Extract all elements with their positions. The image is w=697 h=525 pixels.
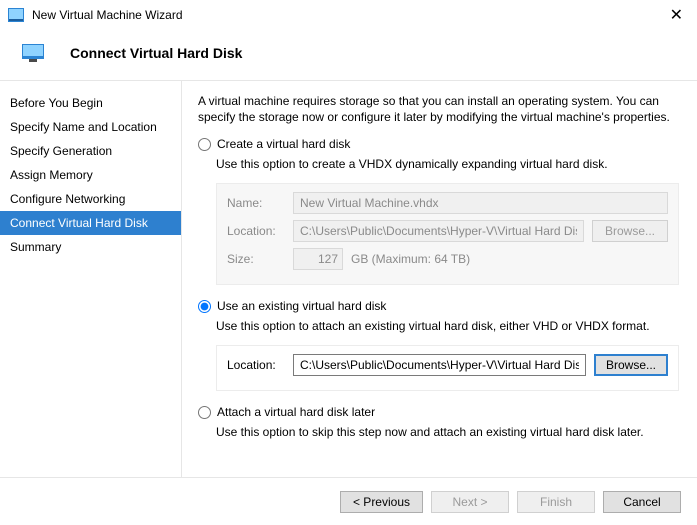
create-vhd-group: Name: Location: Browse... Size: GB (Maxi… <box>216 183 679 285</box>
step-before-you-begin[interactable]: Before You Begin <box>0 91 181 115</box>
vhd-size-input <box>293 248 343 270</box>
size-suffix: GB (Maximum: 64 TB) <box>351 252 470 266</box>
main-panel: A virtual machine requires storage so th… <box>182 81 697 521</box>
name-label: Name: <box>227 196 285 210</box>
step-specify-generation[interactable]: Specify Generation <box>0 139 181 163</box>
option-create-desc: Use this option to create a VHDX dynamic… <box>216 157 679 171</box>
window-title: New Virtual Machine Wizard <box>32 8 183 22</box>
radio-create[interactable] <box>198 138 211 151</box>
step-connect-vhd[interactable]: Connect Virtual Hard Disk <box>0 211 181 235</box>
browse-button-create: Browse... <box>592 220 668 242</box>
option-later-desc: Use this option to skip this step now an… <box>216 425 679 439</box>
step-specify-name[interactable]: Specify Name and Location <box>0 115 181 139</box>
option-existing-vhd[interactable]: Use an existing virtual hard disk <box>198 299 679 313</box>
existing-vhd-group: Location: Browse... <box>216 345 679 391</box>
wizard-footer: < Previous Next > Finish Cancel <box>0 477 697 525</box>
cancel-button[interactable]: Cancel <box>603 491 681 513</box>
vhd-name-input <box>293 192 668 214</box>
option-existing-desc: Use this option to attach an existing vi… <box>216 319 679 333</box>
step-configure-networking[interactable]: Configure Networking <box>0 187 181 211</box>
radio-existing[interactable] <box>198 300 211 313</box>
option-existing-label: Use an existing virtual hard disk <box>217 299 386 313</box>
titlebar: New Virtual Machine Wizard ✕ <box>0 0 697 30</box>
vhd-location-input-create <box>293 220 584 242</box>
vhd-location-input-existing[interactable] <box>293 354 586 376</box>
wizard-steps: Before You Begin Specify Name and Locati… <box>0 81 182 521</box>
previous-button[interactable]: < Previous <box>340 491 423 513</box>
option-later-label: Attach a virtual hard disk later <box>217 405 375 419</box>
location-label-existing: Location: <box>227 358 285 372</box>
size-label: Size: <box>227 252 285 266</box>
finish-button: Finish <box>517 491 595 513</box>
next-button: Next > <box>431 491 509 513</box>
page-title: Connect Virtual Hard Disk <box>70 45 242 61</box>
step-assign-memory[interactable]: Assign Memory <box>0 163 181 187</box>
wizard-header: Connect Virtual Hard Disk <box>0 30 697 81</box>
intro-text: A virtual machine requires storage so th… <box>198 93 679 125</box>
location-label-create: Location: <box>227 224 285 238</box>
close-icon[interactable]: ✕ <box>664 5 689 25</box>
option-create-vhd[interactable]: Create a virtual hard disk <box>198 137 679 151</box>
monitor-icon <box>22 44 44 62</box>
app-icon <box>8 8 24 22</box>
step-summary[interactable]: Summary <box>0 235 181 259</box>
option-create-label: Create a virtual hard disk <box>217 137 350 151</box>
radio-later[interactable] <box>198 406 211 419</box>
option-attach-later[interactable]: Attach a virtual hard disk later <box>198 405 679 419</box>
browse-button-existing[interactable]: Browse... <box>594 354 668 376</box>
